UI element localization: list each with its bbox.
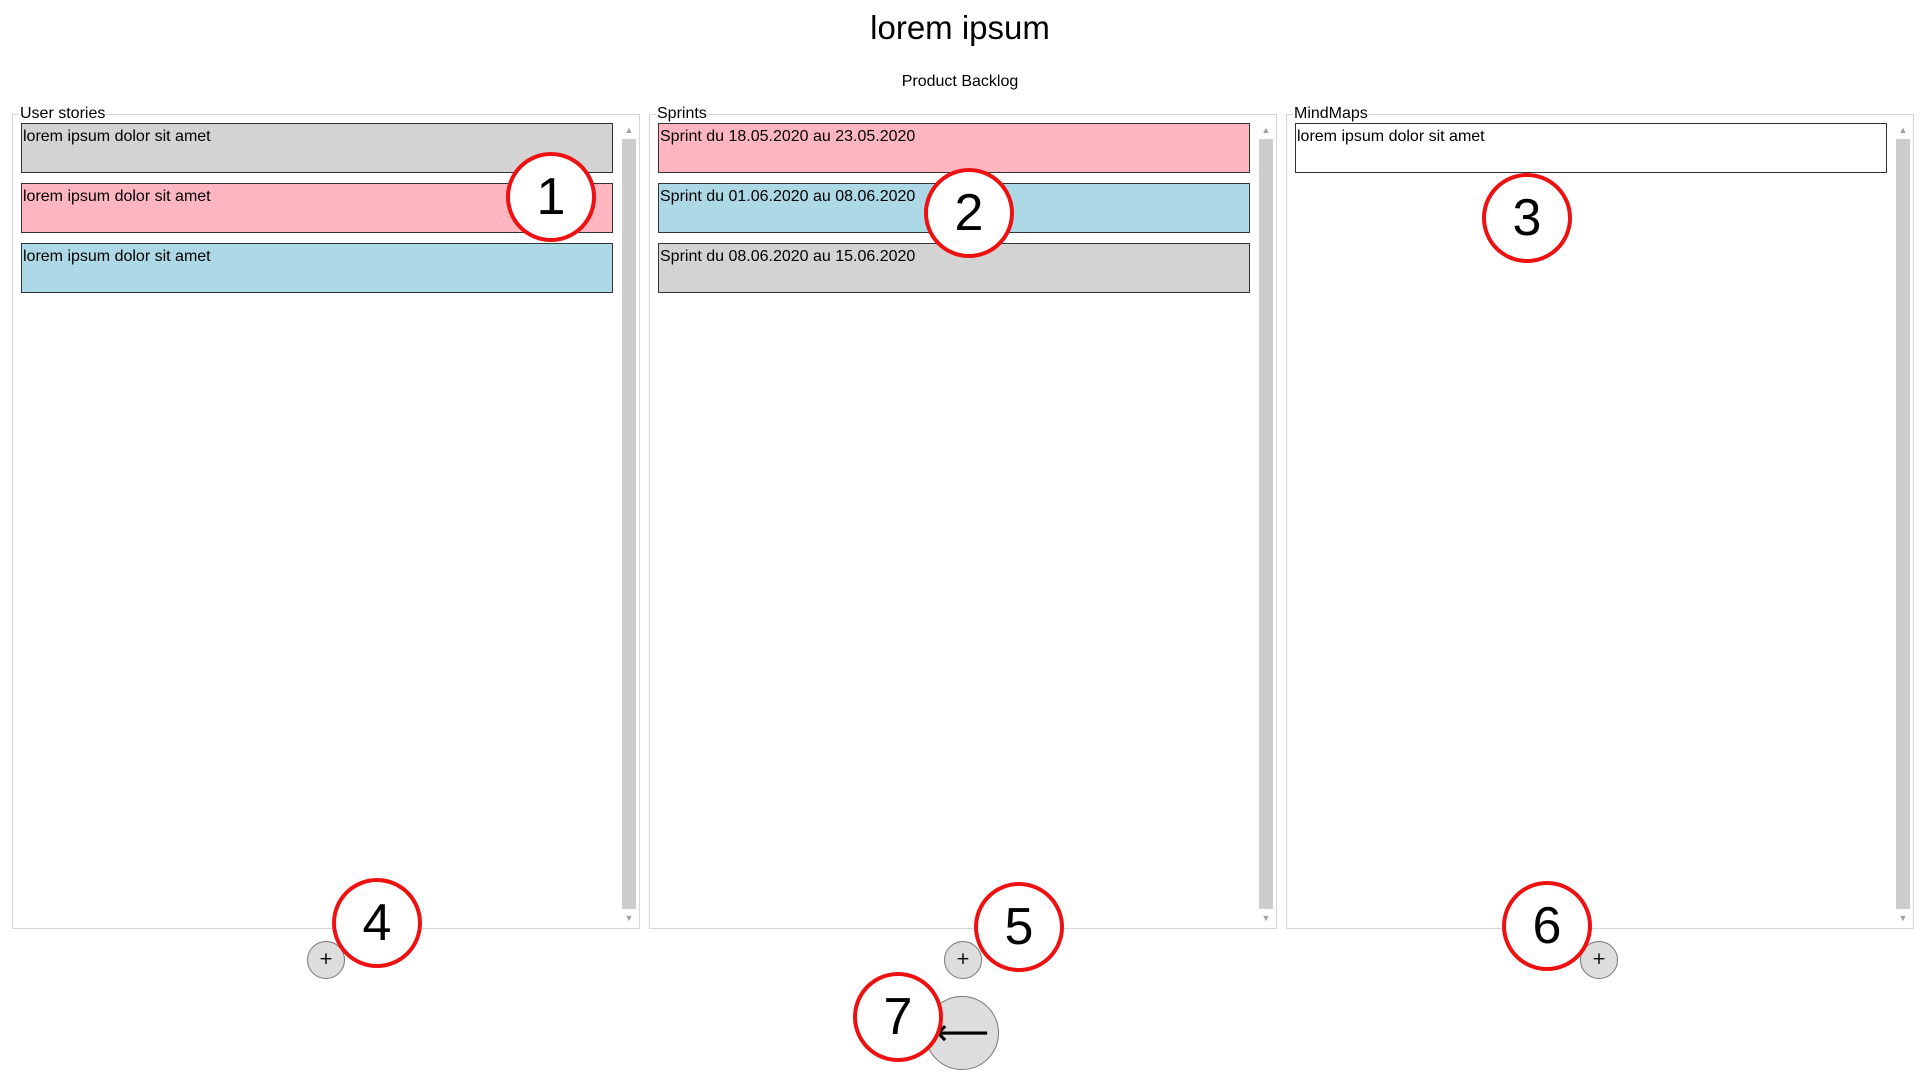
scroll-down-icon[interactable]: ▼ [1895, 911, 1911, 925]
sprint-item[interactable]: Sprint du 18.05.2020 au 23.05.2020 [658, 123, 1250, 173]
mindmaps-list[interactable]: lorem ipsum dolor sit amet [1295, 123, 1889, 923]
scroll-thumb[interactable] [622, 139, 636, 909]
annotation-marker-1: 1 [506, 152, 596, 242]
mindmap-item[interactable]: lorem ipsum dolor sit amet [1295, 123, 1887, 173]
scroll-thumb[interactable] [1896, 139, 1910, 909]
add-sprint-button[interactable]: + [944, 941, 982, 979]
page-title: lorem ipsum [870, 9, 1050, 46]
main-window: lorem ipsum Product Backlog User stories… [0, 0, 1920, 1080]
user-stories-scrollbar[interactable]: ▲ ▼ [621, 123, 637, 925]
sprints-legend: Sprints [656, 104, 708, 124]
annotation-marker-3: 3 [1482, 173, 1572, 263]
annotation-marker-5: 5 [974, 882, 1064, 972]
mindmaps-legend: MindMaps [1293, 104, 1369, 124]
page-subtitle: Product Backlog [901, 73, 1019, 90]
scroll-down-icon[interactable]: ▼ [1258, 911, 1274, 925]
scroll-thumb[interactable] [1259, 139, 1273, 909]
annotation-marker-6: 6 [1502, 881, 1592, 971]
user-story-item[interactable]: lorem ipsum dolor sit amet [21, 243, 613, 293]
scroll-down-icon[interactable]: ▼ [621, 911, 637, 925]
annotation-marker-7: 7 [853, 972, 943, 1062]
annotation-marker-2: 2 [924, 168, 1014, 258]
mindmaps-panel: MindMaps lorem ipsum dolor sit amet ▲ ▼ [1286, 104, 1914, 929]
scroll-up-icon[interactable]: ▲ [1258, 123, 1274, 137]
annotation-marker-4: 4 [332, 878, 422, 968]
scroll-up-icon[interactable]: ▲ [1895, 123, 1911, 137]
mindmaps-scrollbar[interactable]: ▲ ▼ [1895, 123, 1911, 925]
sprints-scrollbar[interactable]: ▲ ▼ [1258, 123, 1274, 925]
user-stories-list[interactable]: lorem ipsum dolor sit amet lorem ipsum d… [21, 123, 615, 923]
scroll-up-icon[interactable]: ▲ [621, 123, 637, 137]
user-stories-legend: User stories [19, 104, 107, 124]
